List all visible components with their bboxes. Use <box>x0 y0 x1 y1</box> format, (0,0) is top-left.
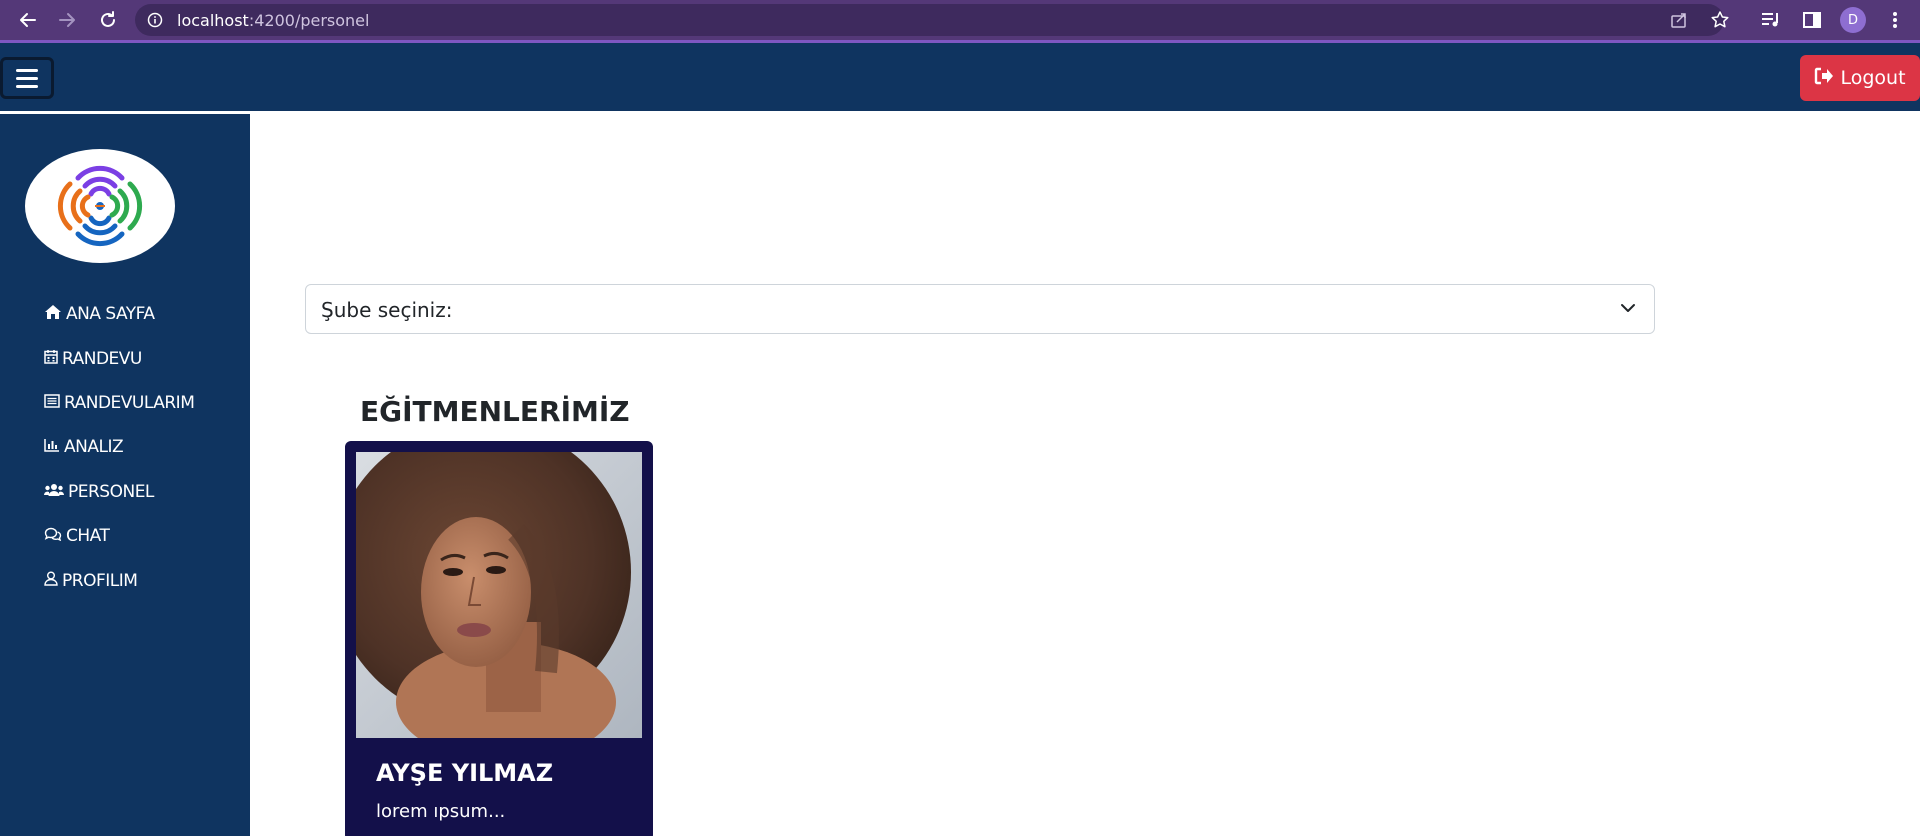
more-options-icon[interactable] <box>1883 8 1907 32</box>
branch-select[interactable]: Şube seçiniz: <box>305 284 1655 334</box>
sidebar-item-personel[interactable]: PERSONEL <box>44 470 194 514</box>
sidebar: ANA SAYFA RANDEVU RANDEVULARıM ANALıZ PE… <box>0 114 250 836</box>
app-header: Logout <box>0 43 1920 111</box>
logout-label: Logout <box>1840 67 1906 89</box>
reload-icon[interactable] <box>96 8 120 32</box>
users-icon <box>44 482 64 502</box>
section-title: EĞİTMENLERİMİZ <box>360 395 630 428</box>
star-icon[interactable] <box>1710 10 1730 34</box>
branch-select-label: Şube seçiniz: <box>321 298 453 322</box>
sidebar-item-chat[interactable]: CHAT <box>44 514 194 558</box>
signal-logo-icon <box>57 165 143 247</box>
brand-logo[interactable] <box>25 149 175 263</box>
url-host: localhost <box>177 11 249 30</box>
menu-toggle-button[interactable] <box>0 57 54 99</box>
media-icon[interactable] <box>1759 8 1783 32</box>
trainer-card[interactable]: AYŞE YILMAZ lorem ıpsum... <box>345 441 653 836</box>
chat-icon <box>44 526 62 546</box>
sidebar-menu: ANA SAYFA RANDEVU RANDEVULARıM ANALıZ PE… <box>44 292 195 603</box>
sidebar-item-label: ANALıZ <box>64 437 124 458</box>
browser-toolbar: localhost:4200/personel D <box>0 0 1920 40</box>
profile-avatar[interactable]: D <box>1840 7 1866 33</box>
home-icon <box>44 304 62 325</box>
chart-icon <box>44 437 60 457</box>
user-icon <box>44 571 58 591</box>
url-path: :4200/personel <box>248 11 370 30</box>
back-icon[interactable] <box>16 8 40 32</box>
sidebar-item-analiz[interactable]: ANALıZ <box>44 425 194 469</box>
chevron-down-icon <box>1620 300 1636 320</box>
sign-out-icon <box>1814 67 1834 90</box>
sidebar-item-randevu[interactable]: RANDEVU <box>44 336 194 380</box>
sidebar-item-label: CHAT <box>66 526 110 547</box>
sidebar-item-randevularim[interactable]: RANDEVULARıM <box>44 381 195 425</box>
url-text: localhost:4200/personel <box>177 11 369 30</box>
sidebar-item-profilim[interactable]: PROFıLıM <box>44 558 194 602</box>
trainer-name: AYŞE YILMAZ <box>376 759 554 787</box>
side-panel-icon[interactable] <box>1800 8 1824 32</box>
hamburger-icon <box>16 68 38 72</box>
sidebar-item-label: PROFıLıM <box>62 570 138 591</box>
sidebar-item-label: ANA SAYFA <box>66 304 155 325</box>
sidebar-item-label: RANDEVU <box>62 348 142 369</box>
address-bar[interactable]: localhost:4200/personel <box>135 4 1729 36</box>
trainer-description: lorem ıpsum... <box>376 801 506 822</box>
logout-button[interactable]: Logout <box>1800 55 1920 101</box>
calendar-icon <box>44 349 58 369</box>
trainer-photo <box>356 452 642 738</box>
sidebar-item-ana-sayfa[interactable]: ANA SAYFA <box>44 292 194 336</box>
info-icon[interactable] <box>147 12 163 32</box>
share-icon[interactable] <box>1669 10 1689 34</box>
sidebar-item-label: PERSONEL <box>68 481 154 502</box>
forward-icon[interactable] <box>55 8 79 32</box>
list-icon <box>44 393 60 413</box>
sidebar-item-label: RANDEVULARıM <box>64 392 195 413</box>
